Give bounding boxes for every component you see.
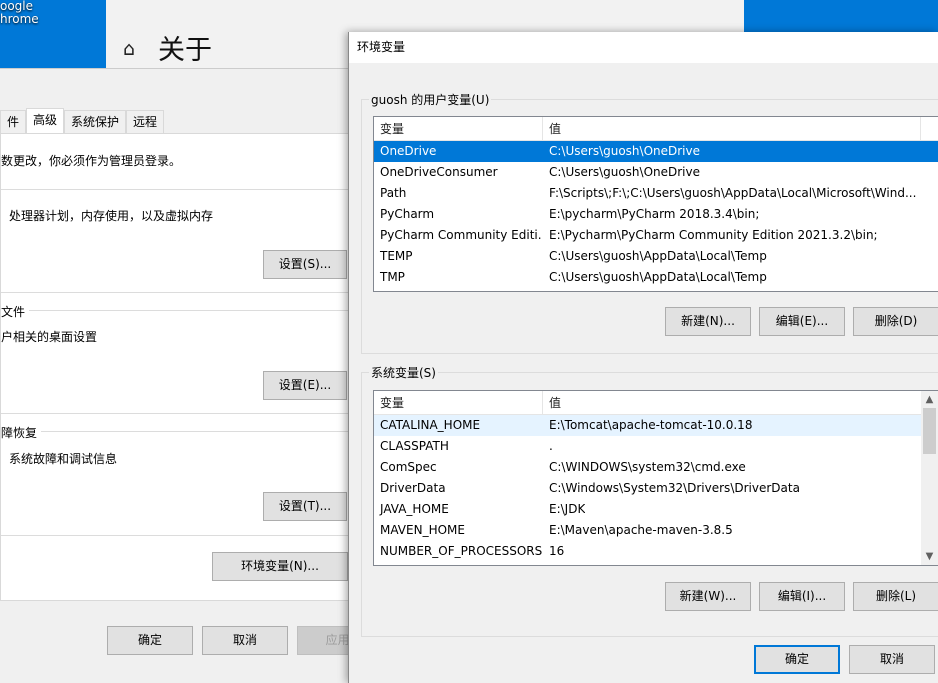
user-profile-group-label: 文件 <box>1 303 30 320</box>
variable-name: CLASSPATH <box>380 439 449 453</box>
variable-name: NUMBER_OF_PROCESSORS <box>380 544 542 558</box>
ok-button[interactable]: 确定 <box>107 626 193 655</box>
admin-note: 数更改，你必须作为管理员登录。 <box>1 154 182 168</box>
variable-value: C:\Users\guosh\AppData\Local\Temp <box>549 249 767 263</box>
table-row[interactable]: OneDrive C:\Users\guosh\OneDrive <box>374 141 938 162</box>
variable-value: C:\Users\guosh\AppData\Local\Temp <box>549 270 767 284</box>
variable-value: C:\WINDOWS\system32\cmd.exe <box>549 460 746 474</box>
column-header-value[interactable]: 值 <box>543 391 921 414</box>
variable-value: C:\Windows\System32\Drivers\DriverData <box>549 481 800 495</box>
table-row[interactable]: DriverData C:\Windows\System32\Drivers\Dr… <box>374 478 938 499</box>
icon-label-line2: hrome <box>0 12 39 26</box>
variable-value: C:\Users\guosh\OneDrive <box>549 144 701 158</box>
page-title: 关于 <box>158 35 212 66</box>
variable-name: PyCharm <box>380 207 435 221</box>
variable-name: PyCharm Community Editi... <box>380 228 542 242</box>
column-header-variable[interactable]: 变量 <box>374 117 543 140</box>
table-row[interactable]: JAVA_HOME E:\JDK <box>374 499 938 520</box>
variable-name: CATALINA_HOME <box>380 418 481 432</box>
variable-value: E:\pycharm\PyCharm 2018.3.4\bin; <box>549 207 760 221</box>
table-row[interactable]: Path F:\Scripts\;F:\;C:\Users\guosh\AppDa… <box>374 183 938 204</box>
user-variables-list[interactable]: 变量 值 OneDrive C:\Users\guosh\OneDrive OneD… <box>373 116 938 292</box>
system-delete-button[interactable]: 删除(L) <box>853 582 938 611</box>
list-header: 变量 值 <box>374 391 938 415</box>
tab-remote[interactable]: 远程 <box>126 110 165 133</box>
tab-advanced[interactable]: 高级 <box>26 108 65 134</box>
startup-recovery-settings-button[interactable]: 设置(T)... <box>263 492 347 521</box>
system-variable-rows: CATALINA_HOME E:\Tomcat\apache-tomcat-10.… <box>374 415 938 562</box>
system-edit-button[interactable]: 编辑(I)... <box>759 582 845 611</box>
user-edit-button[interactable]: 编辑(E)... <box>759 307 845 336</box>
divider <box>1 535 353 536</box>
variable-name: TEMP <box>380 249 413 263</box>
scroll-down-icon[interactable]: ▼ <box>921 548 938 565</box>
system-new-button[interactable]: 新建(W)... <box>665 582 751 611</box>
variable-value: C:\Users\guosh\OneDrive <box>549 165 701 179</box>
variable-value: E:\Tomcat\apache-tomcat-10.0.18 <box>549 418 753 432</box>
table-row[interactable]: PyCharm Community Editi... E:\Pycharm\PyC… <box>374 225 938 246</box>
cancel-button[interactable]: 取消 <box>202 626 288 655</box>
variable-name: DriverData <box>380 481 446 495</box>
table-row[interactable]: CLASSPATH. <box>374 436 938 457</box>
system-variables-list[interactable]: 变量 值 CATALINA_HOME E:\Tomcat\apache-tomca… <box>373 390 938 566</box>
environment-variables-dialog: 环境变量 guosh 的用户变量(U) 变量 值 OneDrive C:\User… <box>348 32 938 683</box>
variable-value: F:\Scripts\;F:\;C:\Users\guosh\AppData\L… <box>549 186 917 200</box>
table-row[interactable]: NUMBER_OF_PROCESSORS 16 <box>374 541 938 562</box>
advanced-tab-panel: 数更改，你必须作为管理员登录。 处理器计划，内存使用，以及虚拟内存 设置(S).… <box>0 133 353 601</box>
variable-name: OneDrive <box>380 144 437 158</box>
variable-value: E:\Maven\apache-maven-3.8.5 <box>549 523 733 537</box>
table-row[interactable]: PyCharm E:\pycharm\PyCharm 2018.3.4\bin; <box>374 204 938 225</box>
variable-name: MAVEN_HOME <box>380 523 465 537</box>
environment-variables-button[interactable]: 环境变量(N)... <box>212 552 348 581</box>
startup-recovery-group-label: 障恢复 <box>1 424 42 441</box>
divider <box>1 310 353 311</box>
ok-button[interactable]: 确定 <box>754 645 840 674</box>
cancel-button[interactable]: 取消 <box>849 645 935 674</box>
system-properties-dialog: 件 高级 系统保护 远程 数更改，你必须作为管理员登录。 处理器计划，内存使用，… <box>0 68 383 683</box>
user-variable-rows: OneDrive C:\Users\guosh\OneDrive OneDriveC… <box>374 141 938 288</box>
variable-name: ComSpec <box>380 460 437 474</box>
variable-name: JAVA_HOME <box>380 502 449 516</box>
column-header-value[interactable]: 值 <box>543 117 921 140</box>
variable-name: TMP <box>380 270 405 284</box>
table-row[interactable]: TEMP C:\Users\guosh\AppData\Local\Temp <box>374 246 938 267</box>
table-row[interactable]: CATALINA_HOME E:\Tomcat\apache-tomcat-10.… <box>374 415 938 436</box>
tab-strip: 件 高级 系统保护 远程 <box>0 108 165 134</box>
variable-value: E:\JDK <box>549 502 586 516</box>
startup-recovery-description: 系统故障和调试信息 <box>9 452 118 466</box>
column-header-variable[interactable]: 变量 <box>374 391 543 414</box>
variable-value: . <box>549 439 553 453</box>
tab-hardware[interactable]: 件 <box>0 110 27 133</box>
divider <box>1 189 353 190</box>
user-new-button[interactable]: 新建(N)... <box>665 307 751 336</box>
performance-description: 处理器计划，内存使用，以及虚拟内存 <box>9 209 214 223</box>
user-variables-label: guosh 的用户变量(U) <box>369 91 492 108</box>
user-profile-description: 户相关的桌面设置 <box>1 330 98 344</box>
table-row[interactable]: ComSpec C:\WINDOWS\system32\cmd.exe <box>374 457 938 478</box>
table-row[interactable]: MAVEN_HOME E:\Maven\apache-maven-3.8.5 <box>374 520 938 541</box>
dialog-title: 环境变量 <box>349 32 938 63</box>
table-row[interactable]: TMP C:\Users\guosh\AppData\Local\Temp <box>374 267 938 288</box>
home-icon[interactable]: ⌂ <box>123 38 135 60</box>
divider <box>1 292 353 293</box>
performance-settings-button[interactable]: 设置(S)... <box>263 250 347 279</box>
variable-name: OneDriveConsumer <box>380 165 498 179</box>
scroll-up-icon[interactable]: ▲ <box>921 391 938 408</box>
divider <box>1 413 353 414</box>
scroll-thumb[interactable] <box>923 408 936 454</box>
user-delete-button[interactable]: 删除(D) <box>853 307 938 336</box>
chrome-desktop-icon-label[interactable]: oogle hrome <box>0 0 39 26</box>
variable-value: 16 <box>549 544 565 558</box>
tab-system-protection[interactable]: 系统保护 <box>64 110 127 133</box>
user-profile-settings-button[interactable]: 设置(E)... <box>263 371 347 400</box>
variable-name: Path <box>380 186 407 200</box>
system-variables-label: 系统变量(S) <box>369 364 438 381</box>
divider <box>1 431 353 432</box>
table-row[interactable]: OneDriveConsumer C:\Users\guosh\OneDrive <box>374 162 938 183</box>
list-header: 变量 值 <box>374 117 938 141</box>
vertical-scrollbar[interactable]: ▲ ▼ <box>921 391 938 565</box>
variable-value: E:\Pycharm\PyCharm Community Edition 202… <box>549 228 878 242</box>
